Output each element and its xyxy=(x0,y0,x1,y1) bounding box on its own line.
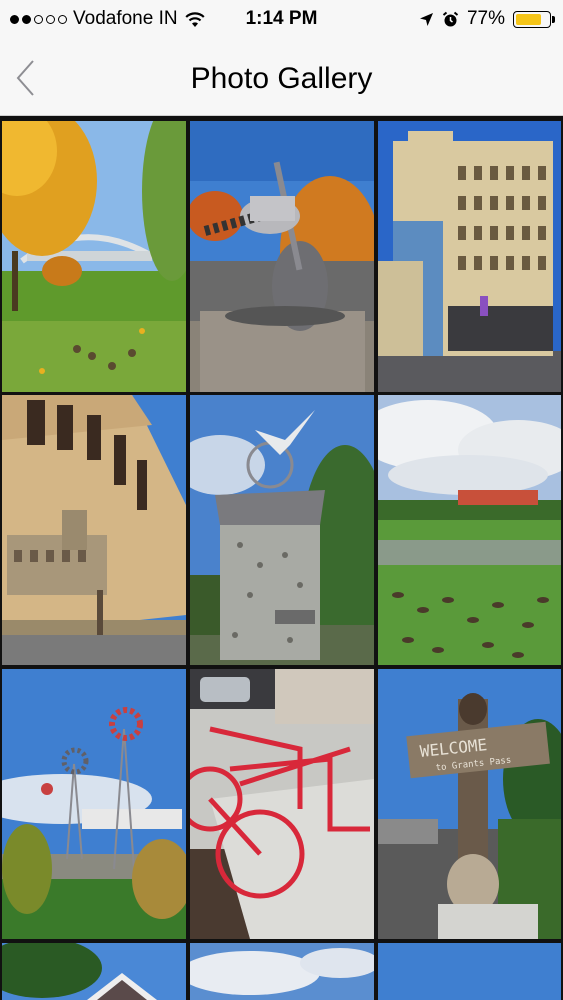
battery-percentage: 77% xyxy=(466,8,505,29)
photo-cello-sculpture[interactable] xyxy=(190,121,374,392)
photo-red-bike-rack[interactable] xyxy=(190,669,374,939)
alarm-icon xyxy=(442,11,459,26)
photo-house-tree[interactable] xyxy=(2,943,186,1000)
photo-blue-sky[interactable] xyxy=(378,943,561,1000)
navigation-bar: Photo Gallery xyxy=(0,38,563,116)
photo-bird-sculpture[interactable] xyxy=(190,395,374,665)
battery-icon xyxy=(513,10,555,28)
photo-clouds[interactable] xyxy=(190,943,374,1000)
photo-windmills[interactable] xyxy=(2,669,186,939)
location-arrow-icon xyxy=(419,12,433,26)
status-bar: Vodafone IN 1:14 PM 77% xyxy=(0,0,563,38)
battery-level xyxy=(516,13,541,25)
photo-geese-park[interactable] xyxy=(378,395,561,665)
photo-historic-building[interactable] xyxy=(378,121,561,392)
photo-autumn-park[interactable] xyxy=(2,121,186,392)
photo-bear-welcome-sign[interactable]: WELCOME to Grants Pass xyxy=(378,669,561,939)
page-title: Photo Gallery xyxy=(190,62,373,95)
photo-mural-wall[interactable] xyxy=(2,395,186,665)
status-right: 77% xyxy=(419,8,555,30)
